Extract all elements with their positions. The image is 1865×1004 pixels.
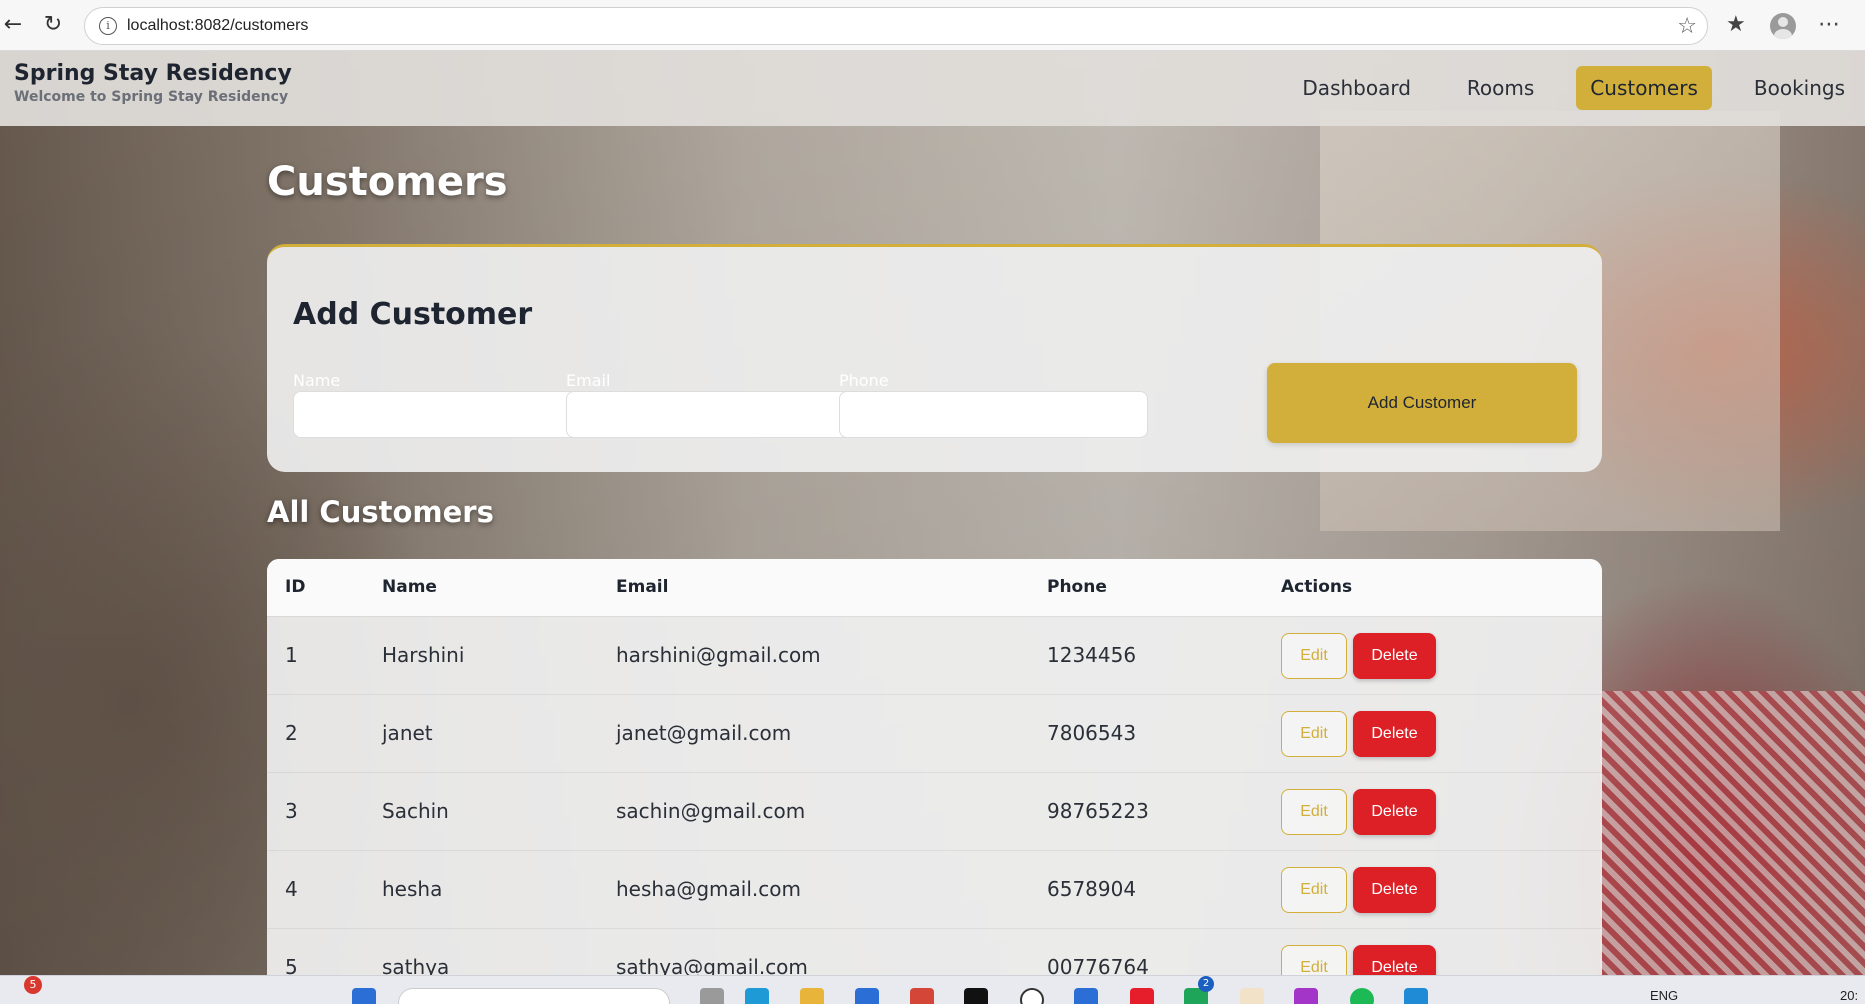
edit-button[interactable]: Edit [1281, 867, 1347, 913]
nav-link-dashboard[interactable]: Dashboard [1288, 66, 1425, 110]
start-icon[interactable] [352, 988, 376, 1004]
app-badge: 2 [1198, 976, 1214, 992]
reload-icon[interactable]: ↻ [40, 12, 66, 38]
table-header: ID Name Email Phone Actions [267, 559, 1602, 616]
header-phone: Phone [1047, 577, 1107, 597]
brand-tagline: Welcome to Spring Stay Residency [14, 89, 289, 105]
spotify-icon[interactable] [1350, 988, 1374, 1004]
nav-link-bookings[interactable]: Bookings [1740, 66, 1859, 110]
site-navbar: Spring Stay Residency Welcome to Spring … [0, 51, 1865, 126]
delete-button[interactable]: Delete [1353, 711, 1436, 757]
edit-button[interactable]: Edit [1281, 711, 1347, 757]
cell-name: sathya [382, 955, 450, 975]
back-arrow-icon[interactable]: ← [0, 12, 26, 38]
header-actions: Actions [1281, 577, 1353, 597]
customers-table: ID Name Email Phone Actions 1 Harshini h… [267, 559, 1602, 975]
edge-icon[interactable] [745, 988, 769, 1004]
clock[interactable]: 20: [1840, 988, 1858, 1003]
cell-phone: 00776764 [1047, 955, 1149, 975]
cell-name: janet [382, 721, 433, 745]
more-menu-icon[interactable]: ⋯ [1818, 12, 1840, 38]
cell-name: Harshini [382, 643, 465, 667]
github-icon[interactable] [1020, 988, 1044, 1004]
os-taskbar: 5 2 ENG 20: [0, 975, 1865, 1004]
cell-phone: 98765223 [1047, 799, 1149, 823]
nav-link-customers[interactable]: Customers [1576, 66, 1712, 110]
table-row: 5 sathya sathya@gmail.com 00776764 Edit … [267, 928, 1602, 975]
browser-toolbar: ← ↻ i localhost:8082/customers ☆ ★ ⋯ [0, 0, 1865, 51]
cell-id: 4 [285, 877, 298, 901]
cell-email: harshini@gmail.com [616, 643, 821, 667]
notion-icon[interactable] [1240, 988, 1264, 1004]
page-title: Customers [267, 159, 508, 205]
instagram-icon[interactable] [1294, 988, 1318, 1004]
page-viewport: Spring Stay Residency Welcome to Spring … [0, 51, 1865, 975]
add-customer-card: Add Customer Name Email Phone Add Custom… [267, 244, 1602, 472]
url-text[interactable]: localhost:8082/customers [127, 17, 308, 35]
cell-id: 3 [285, 799, 298, 823]
edit-button[interactable]: Edit [1281, 633, 1347, 679]
cell-phone: 1234456 [1047, 643, 1137, 667]
terminal-icon[interactable] [964, 988, 988, 1004]
cell-email: janet@gmail.com [616, 721, 792, 745]
table-row: 1 Harshini harshini@gmail.com 1234456 Ed… [267, 616, 1602, 694]
edit-button[interactable]: Edit [1281, 945, 1347, 975]
name-input[interactable] [293, 391, 602, 438]
header-id: ID [285, 577, 306, 597]
all-customers-title: All Customers [267, 495, 494, 529]
favorites-icon[interactable]: ★ [1726, 12, 1746, 38]
language-indicator[interactable]: ENG [1650, 988, 1678, 1003]
name-label: Name [293, 371, 341, 390]
phone-label: Phone [839, 371, 889, 390]
form-title: Add Customer [293, 297, 533, 332]
cell-name: hesha [382, 877, 443, 901]
notification-badge[interactable]: 5 [24, 976, 42, 994]
cell-id: 5 [285, 955, 298, 975]
youtube-icon[interactable] [1130, 988, 1154, 1004]
header-email: Email [616, 577, 669, 597]
whatsapp-icon[interactable]: 2 [1184, 976, 1214, 1004]
cell-email: hesha@gmail.com [616, 877, 801, 901]
site-info-icon[interactable]: i [99, 17, 117, 35]
cell-email: sathya@gmail.com [616, 955, 808, 975]
cell-id: 2 [285, 721, 298, 745]
task-view-icon[interactable] [700, 988, 724, 1004]
store-icon[interactable] [855, 988, 879, 1004]
cell-phone: 7806543 [1047, 721, 1137, 745]
address-bar[interactable]: i localhost:8082/customers ☆ [84, 7, 1708, 45]
email-label: Email [566, 371, 611, 390]
cell-id: 1 [285, 643, 298, 667]
cell-email: sachin@gmail.com [616, 799, 806, 823]
nav-link-rooms[interactable]: Rooms [1453, 66, 1548, 110]
brand-title[interactable]: Spring Stay Residency [14, 61, 292, 86]
mail-icon[interactable] [1074, 988, 1098, 1004]
profile-avatar[interactable] [1770, 13, 1796, 39]
background-sofa [1600, 691, 1865, 975]
file-explorer-icon[interactable] [800, 988, 824, 1004]
delete-button[interactable]: Delete [1353, 789, 1436, 835]
add-customer-button[interactable]: Add Customer [1267, 363, 1577, 443]
bookmark-star-icon[interactable]: ☆ [1677, 14, 1697, 39]
table-row: 2 janet janet@gmail.com 7806543 Edit Del… [267, 694, 1602, 772]
gmail-icon[interactable] [910, 988, 934, 1004]
vscode-icon[interactable] [1404, 988, 1428, 1004]
cell-name: Sachin [382, 799, 449, 823]
taskbar-search[interactable] [398, 988, 670, 1004]
table-row: 4 hesha hesha@gmail.com 6578904 Edit Del… [267, 850, 1602, 928]
nav-links: Dashboard Rooms Customers Bookings [1288, 63, 1865, 113]
table-row: 3 Sachin sachin@gmail.com 98765223 Edit … [267, 772, 1602, 850]
edit-button[interactable]: Edit [1281, 789, 1347, 835]
delete-button[interactable]: Delete [1353, 867, 1436, 913]
delete-button[interactable]: Delete [1353, 945, 1436, 975]
header-name: Name [382, 577, 437, 597]
delete-button[interactable]: Delete [1353, 633, 1436, 679]
cell-phone: 6578904 [1047, 877, 1137, 901]
phone-input[interactable] [839, 391, 1148, 438]
email-input[interactable] [566, 391, 875, 438]
